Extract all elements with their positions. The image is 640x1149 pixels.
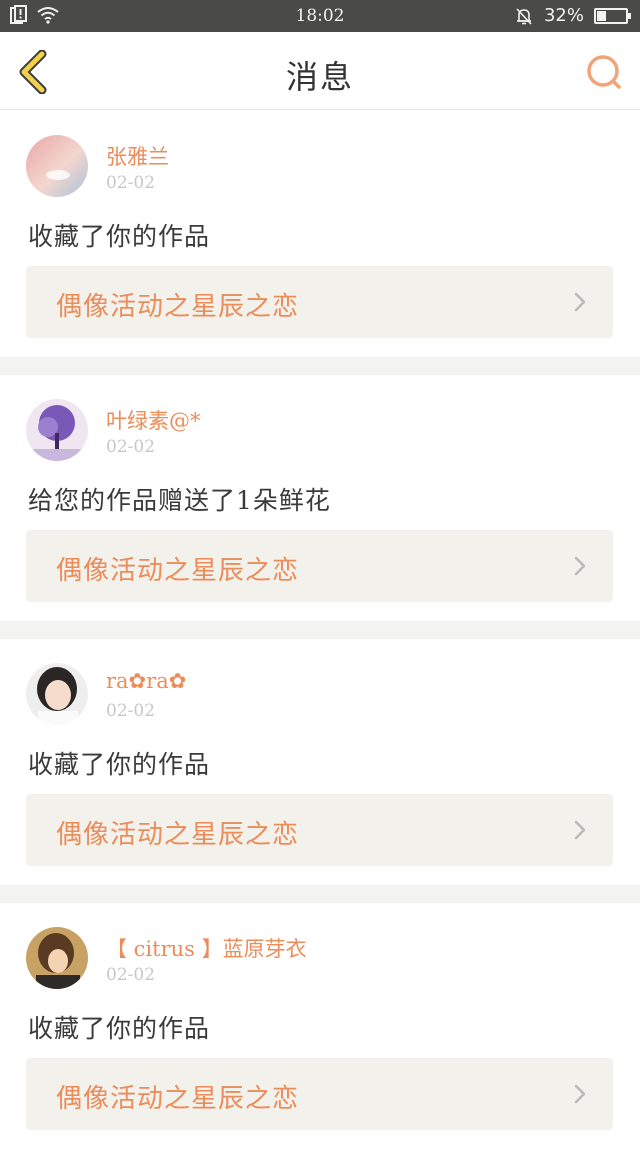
user-name[interactable]: 张雅兰	[106, 141, 169, 171]
nav-bar: 消息	[0, 32, 640, 110]
chevron-right-icon	[574, 556, 586, 576]
date: 02-02	[106, 965, 156, 985]
work-title: 偶像活动之星辰之恋	[56, 292, 300, 322]
work-link[interactable]: 偶像活动之星辰之恋	[26, 266, 613, 338]
notification-item: 张雅兰 02-02 收藏了你的作品 偶像活动之星辰之恋	[0, 111, 640, 357]
notification-list: 张雅兰 02-02 收藏了你的作品 偶像活动之星辰之恋 叶绿素@* 02-02 …	[0, 111, 640, 1149]
bell-muted-icon	[516, 7, 532, 25]
user-name[interactable]: 【 citrus 】蓝原芽衣	[106, 933, 307, 963]
avatar[interactable]	[26, 399, 88, 461]
divider	[0, 357, 640, 375]
notification-item: 【 citrus 】蓝原芽衣 02-02 收藏了你的作品 偶像活动之星辰之恋	[0, 903, 640, 1149]
work-title: 偶像活动之星辰之恋	[56, 556, 300, 586]
user-name[interactable]: ra✿ra✿	[106, 669, 186, 693]
divider	[0, 621, 640, 639]
status-right: 32%	[514, 5, 631, 26]
chevron-right-icon	[574, 820, 586, 840]
date: 02-02	[106, 701, 156, 721]
work-title: 偶像活动之星辰之恋	[56, 820, 300, 850]
work-title: 偶像活动之星辰之恋	[56, 1084, 300, 1114]
action-text: 收藏了你的作品	[28, 750, 211, 779]
work-link[interactable]: 偶像活动之星辰之恋	[26, 1058, 613, 1130]
avatar[interactable]	[26, 663, 88, 725]
divider	[0, 885, 640, 903]
battery-fill	[597, 10, 606, 21]
action-text: 收藏了你的作品	[28, 1014, 211, 1043]
battery-percent: 32%	[543, 5, 584, 26]
avatar[interactable]	[26, 927, 88, 989]
chevron-right-icon	[574, 1084, 586, 1104]
date: 02-02	[106, 173, 156, 193]
search-icon[interactable]	[584, 52, 624, 92]
page-title: 消息	[285, 58, 354, 96]
battery-icon	[594, 7, 631, 24]
work-link[interactable]: 偶像活动之星辰之恋	[26, 530, 613, 602]
notification-item: 叶绿素@* 02-02 给您的作品赠送了1朵鲜花 偶像活动之星辰之恋	[0, 375, 640, 621]
avatar[interactable]	[26, 135, 88, 197]
chevron-right-icon	[574, 292, 586, 312]
status-bar: 18:02 32%	[0, 0, 640, 32]
action-text: 收藏了你的作品	[28, 222, 211, 251]
notification-item: ra✿ra✿ 02-02 收藏了你的作品 偶像活动之星辰之恋	[0, 639, 640, 885]
work-link[interactable]: 偶像活动之星辰之恋	[26, 794, 613, 866]
user-name[interactable]: 叶绿素@*	[106, 405, 201, 435]
date: 02-02	[106, 437, 156, 457]
action-text: 给您的作品赠送了1朵鲜花	[28, 486, 331, 515]
